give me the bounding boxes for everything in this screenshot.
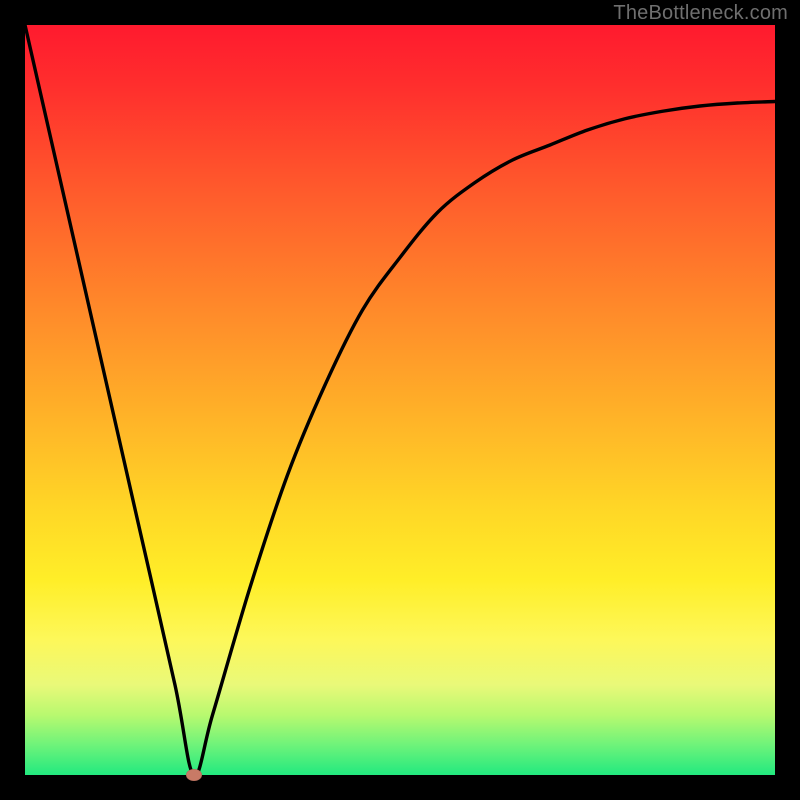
watermark-label: TheBottleneck.com	[613, 2, 788, 25]
curve-svg	[25, 25, 775, 775]
chart-frame: TheBottleneck.com	[0, 0, 800, 800]
optimum-marker	[186, 769, 202, 781]
bottleneck-curve	[25, 25, 775, 775]
plot-area	[25, 25, 775, 775]
